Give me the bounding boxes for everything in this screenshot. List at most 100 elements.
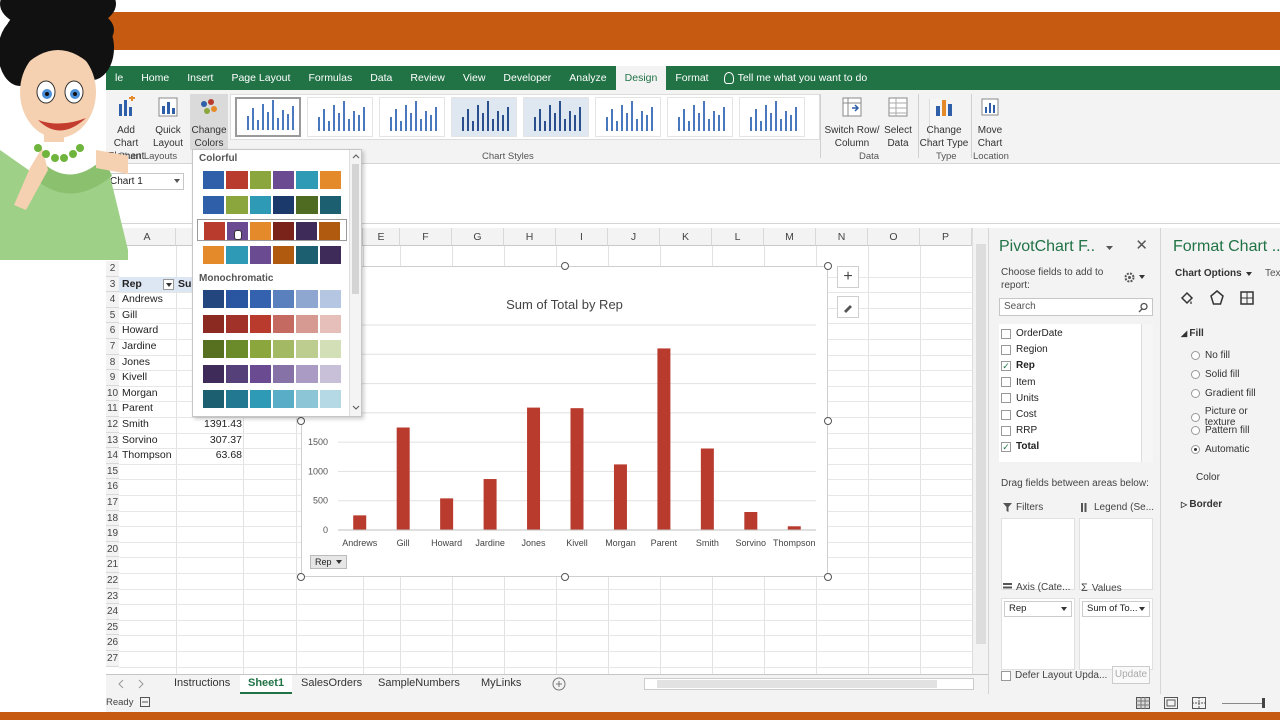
field-checkbox[interactable]	[1001, 425, 1011, 436]
sheet-tab[interactable]: Sheet1	[240, 675, 293, 694]
chart-bar[interactable]	[440, 498, 454, 530]
row-header[interactable]: 27	[106, 651, 119, 667]
fill-option-radio[interactable]: No fill	[1191, 350, 1230, 361]
chart-style-thumbnail[interactable]	[451, 97, 517, 137]
colorful-palette-option[interactable]	[197, 169, 347, 191]
rep-name-cell[interactable]: Jardine	[122, 339, 156, 355]
horizontal-scrollbar[interactable]	[644, 678, 974, 690]
sheet-tab[interactable]: SalesOrders	[293, 675, 370, 694]
chart-style-thumbnail[interactable]	[667, 97, 733, 137]
monochromatic-palette-option[interactable]	[197, 338, 347, 360]
rep-name-cell[interactable]: Kivell	[122, 370, 147, 386]
chart-bar[interactable]	[353, 515, 367, 530]
row-header[interactable]: 19	[106, 526, 119, 542]
sum-value-cell[interactable]: 1391.43	[176, 417, 242, 433]
rep-name-cell[interactable]: Parent	[122, 401, 153, 417]
row-header[interactable]: 9	[106, 370, 119, 386]
resize-handle[interactable]	[297, 573, 305, 581]
row-header[interactable]: 22	[106, 573, 119, 589]
zoom-slider-thumb[interactable]	[1262, 698, 1265, 708]
pivot-field-item[interactable]: Region	[1001, 344, 1048, 355]
column-header[interactable]: L	[712, 228, 764, 246]
column-header[interactable]: F	[400, 228, 452, 246]
select-data-button[interactable]: Select Data	[880, 96, 916, 150]
row-header[interactable]: 23	[106, 588, 119, 605]
chart-style-thumbnail[interactable]	[379, 97, 445, 137]
ribbon-tab[interactable]: Home	[132, 66, 178, 90]
pivot-field-item[interactable]: RRP	[1001, 425, 1037, 436]
chart-bar[interactable]	[787, 526, 801, 530]
column-header[interactable]: G	[452, 228, 504, 246]
row-header[interactable]: 5	[106, 307, 119, 324]
defer-layout-update[interactable]: Defer Layout Upda...	[1001, 670, 1107, 681]
field-list-scrollbar[interactable]	[1141, 324, 1153, 462]
ribbon-tab[interactable]: Developer	[494, 66, 560, 90]
ribbon-tab[interactable]: Review	[401, 66, 453, 90]
row-header[interactable]: 15	[106, 463, 119, 480]
chart-bar[interactable]	[613, 464, 627, 530]
column-header[interactable]: I	[556, 228, 608, 246]
update-button[interactable]: Update	[1112, 666, 1150, 684]
row-header[interactable]: 21	[106, 557, 119, 573]
monochromatic-palette-option[interactable]	[197, 288, 347, 310]
effects-icon[interactable]	[1209, 290, 1225, 306]
page-layout-view-icon[interactable]	[1164, 697, 1178, 709]
colorful-palette-option[interactable]	[197, 219, 347, 241]
values-field-chip[interactable]: Sum of To...	[1082, 601, 1150, 617]
pivot-field-item[interactable]: ✓ Total	[1001, 441, 1039, 452]
monochromatic-palette-option[interactable]	[197, 388, 347, 410]
column-header[interactable]: H	[504, 228, 556, 246]
sum-value-cell[interactable]: 307.37	[176, 433, 242, 449]
add-sheet-icon[interactable]	[552, 677, 566, 691]
rep-name-cell[interactable]: Howard	[122, 323, 158, 339]
resize-handle[interactable]	[297, 417, 305, 425]
column-header[interactable]: O	[868, 228, 920, 246]
ribbon-tab[interactable]: Data	[361, 66, 401, 90]
row-header[interactable]: 4	[106, 292, 119, 308]
ribbon-tab[interactable]: Format	[666, 66, 717, 90]
chart-styles-button[interactable]	[837, 296, 859, 318]
column-header[interactable]: N	[816, 228, 868, 246]
field-checkbox[interactable]: ✓	[1001, 360, 1011, 371]
close-icon[interactable]: ✕	[1135, 236, 1148, 254]
chart-style-thumbnail[interactable]	[523, 97, 589, 137]
fill-section-header[interactable]: ◢ Fill	[1181, 328, 1204, 339]
column-header[interactable]: J	[608, 228, 660, 246]
rep-name-cell[interactable]: Morgan	[122, 386, 158, 402]
row-header[interactable]: 7	[106, 339, 119, 355]
radio-button[interactable]	[1191, 369, 1200, 379]
column-header[interactable]: M	[764, 228, 816, 246]
macro-record-icon[interactable]	[140, 697, 150, 707]
row-header[interactable]: 8	[106, 354, 119, 371]
chart-options-dropdown[interactable]: Chart Options	[1175, 268, 1252, 279]
switch-row-column-button[interactable]: Switch Row/ Column	[822, 96, 882, 150]
colorful-palette-option[interactable]	[197, 244, 347, 266]
chart-bar[interactable]	[700, 448, 714, 530]
quick-layout-button[interactable]: Quick Layout	[150, 96, 186, 150]
column-header[interactable]: P	[920, 228, 972, 246]
normal-view-icon[interactable]	[1136, 697, 1150, 709]
column-header[interactable]: K	[660, 228, 712, 246]
size-properties-icon[interactable]	[1239, 290, 1255, 306]
chart-style-thumbnail[interactable]	[595, 97, 661, 137]
rep-name-cell[interactable]: Jones	[122, 355, 150, 371]
ribbon-tab[interactable]: Insert	[178, 66, 222, 90]
radio-button[interactable]	[1191, 412, 1200, 422]
chart-bar[interactable]	[527, 407, 541, 530]
ribbon-tab[interactable]: Design	[615, 66, 667, 90]
pivot-field-item[interactable]: Cost	[1001, 409, 1037, 420]
row-header[interactable]: 24	[106, 604, 119, 620]
filter-dropdown-icon[interactable]	[163, 278, 174, 290]
pivot-chart[interactable]: Sum of Total by Rep 0 500 1000 1500 Andrews G…	[301, 266, 828, 577]
chart-bar[interactable]	[396, 427, 410, 531]
field-checkbox[interactable]	[1001, 409, 1011, 420]
field-settings-button[interactable]	[1123, 268, 1153, 286]
radio-button[interactable]	[1191, 445, 1200, 454]
chart-bar[interactable]	[570, 408, 584, 530]
monochromatic-palette-option[interactable]	[197, 313, 347, 335]
resize-handle[interactable]	[824, 262, 832, 270]
row-header[interactable]: 11	[106, 401, 119, 417]
chart-bar[interactable]	[657, 348, 671, 530]
sheet-tab[interactable]: Instructions	[166, 675, 238, 694]
ribbon-tab[interactable]: Formulas	[299, 66, 361, 90]
